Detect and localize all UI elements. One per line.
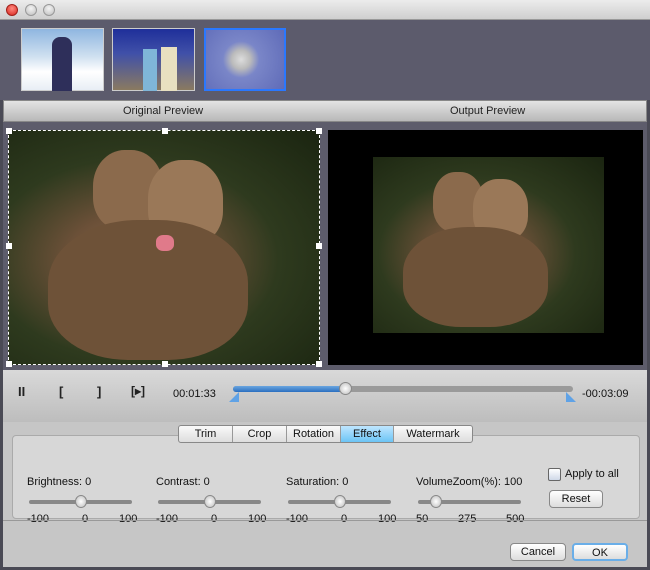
output-preview <box>328 130 643 365</box>
effect-panel: Brightness: 0 -100 0 100 Contrast: 0 -10… <box>12 435 640 525</box>
output-preview-video <box>373 157 604 333</box>
tick-max: 100 <box>119 513 138 525</box>
tick-mid: 0 <box>82 513 89 525</box>
contrast-label: Contrast: 0 <box>156 476 210 488</box>
tab-watermark[interactable]: Watermark <box>394 426 472 442</box>
tick-mid: 0 <box>341 513 348 525</box>
apply-to-all-label[interactable]: Apply to all <box>565 468 619 480</box>
brightness-slider[interactable]: Brightness: 0 -100 0 100 <box>27 476 147 525</box>
tick-max: 500 <box>506 513 525 525</box>
brightness-label: Brightness: 0 <box>27 476 92 488</box>
thumbnail-wedding[interactable] <box>112 28 195 91</box>
tick-min: -100 <box>286 513 309 525</box>
brightness-knob[interactable] <box>75 495 87 508</box>
zoom-button[interactable] <box>43 4 55 16</box>
tick-min: -100 <box>27 513 50 525</box>
contrast-slider[interactable]: Contrast: 0 -100 0 100 <box>156 476 276 525</box>
tab-effect[interactable]: Effect <box>341 426 394 442</box>
crop-frame[interactable] <box>6 128 322 367</box>
preview-area <box>3 122 647 370</box>
reset-button[interactable]: Reset <box>549 490 603 508</box>
timeline-progress <box>233 386 346 392</box>
cancel-button[interactable]: Cancel <box>510 543 566 561</box>
thumbnail-kitten[interactable] <box>204 28 286 91</box>
tick-mid: 0 <box>211 513 218 525</box>
mark-in-button[interactable]: [ <box>59 384 63 399</box>
original-preview-label: Original Preview <box>123 105 204 117</box>
volume-zoom-slider[interactable]: VolumeZoom(%): 100 50 275 500 <box>416 476 536 525</box>
remaining-time: -00:03:09 <box>582 388 629 400</box>
close-button[interactable] <box>6 4 18 16</box>
contrast-knob[interactable] <box>204 495 216 508</box>
tick-mid: 275 <box>458 513 477 525</box>
timeline-slider[interactable] <box>233 382 573 395</box>
output-preview-label: Output Preview <box>450 105 526 117</box>
pause-button[interactable]: II <box>18 384 25 399</box>
tick-min: 50 <box>416 513 429 525</box>
tab-crop[interactable]: Crop <box>233 426 287 442</box>
divider <box>3 520 647 521</box>
mark-out-button[interactable]: ] <box>97 384 101 399</box>
apply-to-all-checkbox[interactable] <box>548 468 561 481</box>
title-bar <box>0 0 650 20</box>
playback-controls: II [ ] [▸] 00:01:33 -00:03:09 <box>3 370 647 422</box>
trim-end-marker[interactable] <box>566 392 576 402</box>
saturation-knob[interactable] <box>334 495 346 508</box>
timeline-playhead[interactable] <box>339 382 353 395</box>
minimize-button[interactable] <box>25 4 37 16</box>
edit-area: Brightness: 0 -100 0 100 Contrast: 0 -10… <box>3 422 647 567</box>
preview-header: Original Preview Output Preview <box>3 100 647 122</box>
tick-max: 100 <box>248 513 267 525</box>
current-time: 00:01:33 <box>173 388 216 400</box>
tick-max: 100 <box>378 513 397 525</box>
trim-start-marker[interactable] <box>229 392 239 402</box>
saturation-label: Saturation: 0 <box>286 476 349 488</box>
volume-zoom-knob[interactable] <box>430 495 442 508</box>
tab-trim[interactable]: Trim <box>179 426 233 442</box>
play-segment-button[interactable]: [▸] <box>131 384 145 398</box>
thumbnail-strip <box>0 20 650 100</box>
volume-zoom-label: VolumeZoom(%): 100 <box>416 476 523 488</box>
saturation-slider[interactable]: Saturation: 0 -100 0 100 <box>286 476 406 525</box>
edit-tabs: Trim Crop Rotation Effect Watermark <box>178 425 473 443</box>
tab-rotation[interactable]: Rotation <box>287 426 341 442</box>
ok-button[interactable]: OK <box>572 543 628 561</box>
thumbnail-skier[interactable] <box>21 28 104 91</box>
tick-min: -100 <box>156 513 179 525</box>
